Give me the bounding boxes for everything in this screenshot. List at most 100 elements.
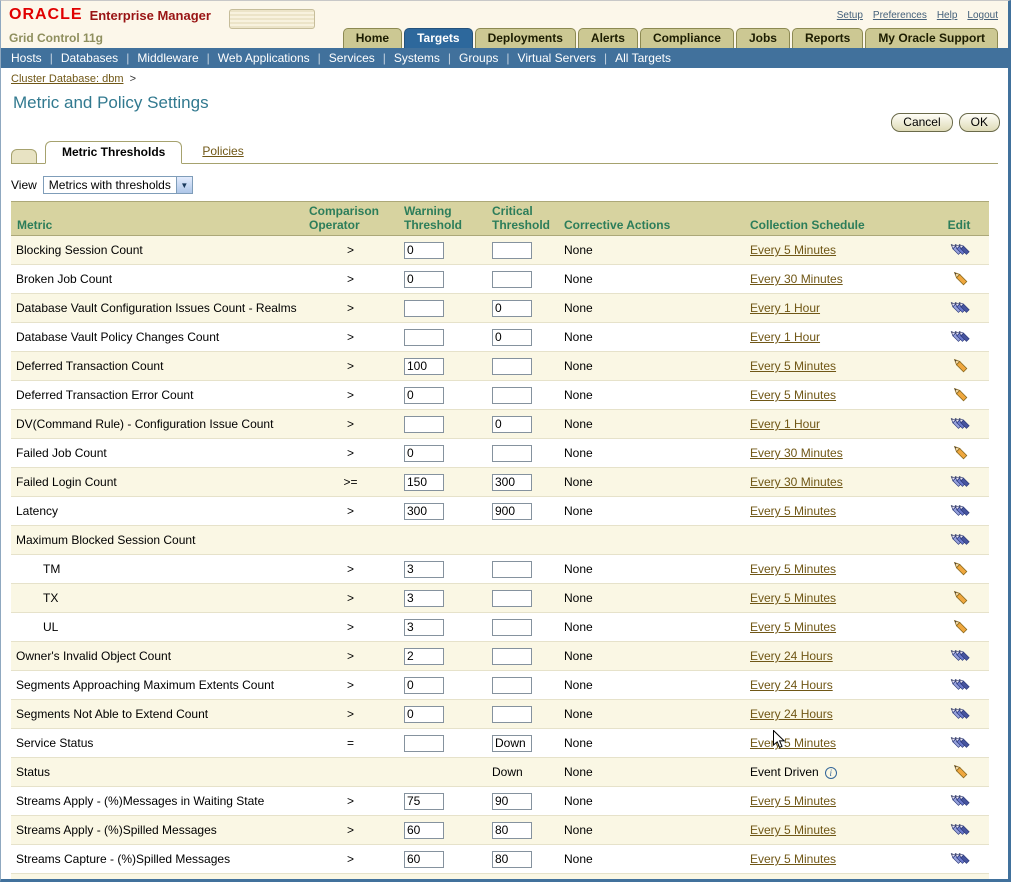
warning-threshold-input[interactable] [404, 793, 444, 810]
tab-reports[interactable]: Reports [792, 28, 863, 48]
collection-schedule-link[interactable]: Every 1 Hour [750, 301, 820, 315]
edit-pencil-icon[interactable] [950, 761, 969, 780]
collection-schedule-link[interactable]: Every 5 Minutes [750, 359, 836, 373]
edit-multiple-pencils-icon[interactable] [947, 674, 972, 693]
subnav-item-virtual-servers[interactable]: Virtual Servers [518, 51, 596, 65]
collection-schedule-link[interactable]: Every 5 Minutes [750, 736, 836, 750]
warning-threshold-input[interactable] [404, 735, 444, 752]
edit-multiple-pencils-icon[interactable] [947, 819, 972, 838]
critical-threshold-input[interactable] [492, 445, 532, 462]
warning-threshold-input[interactable] [404, 851, 444, 868]
critical-threshold-input[interactable] [492, 793, 532, 810]
subnav-item-services[interactable]: Services [329, 51, 375, 65]
collection-schedule-link[interactable]: Every 5 Minutes [750, 823, 836, 837]
collection-schedule-link[interactable]: Every 5 Minutes [750, 504, 836, 518]
warning-threshold-input[interactable] [404, 416, 444, 433]
tab-my-oracle-support[interactable]: My Oracle Support [865, 28, 998, 48]
warning-threshold-input[interactable] [404, 677, 444, 694]
edit-multiple-pencils-icon[interactable] [947, 471, 972, 490]
edit-multiple-pencils-icon[interactable] [947, 297, 972, 316]
critical-threshold-input[interactable] [492, 358, 532, 375]
critical-threshold-input[interactable] [492, 242, 532, 259]
breadcrumb-link[interactable]: Cluster Database: dbm [11, 73, 124, 85]
collection-schedule-link[interactable]: Every 30 Minutes [750, 446, 843, 460]
critical-threshold-input[interactable] [492, 677, 532, 694]
warning-threshold-input[interactable] [404, 561, 444, 578]
subnav-item-hosts[interactable]: Hosts [11, 51, 42, 65]
critical-threshold-input[interactable] [492, 474, 532, 491]
info-icon[interactable]: i [825, 767, 837, 779]
warning-threshold-input[interactable] [404, 329, 444, 346]
critical-threshold-input[interactable] [492, 590, 532, 607]
warning-threshold-input[interactable] [404, 590, 444, 607]
critical-threshold-input[interactable] [492, 822, 532, 839]
warning-threshold-input[interactable] [404, 271, 444, 288]
tab-compliance[interactable]: Compliance [640, 28, 734, 48]
warning-threshold-input[interactable] [404, 358, 444, 375]
subnav-item-systems[interactable]: Systems [394, 51, 440, 65]
collection-schedule-link[interactable]: Every 30 Minutes [750, 475, 843, 489]
critical-threshold-input[interactable] [492, 735, 532, 752]
edit-pencil-icon[interactable] [950, 442, 969, 461]
collection-schedule-link[interactable]: Every 24 Hours [750, 707, 833, 721]
collection-schedule-link[interactable]: Every 24 Hours [750, 649, 833, 663]
subnav-item-groups[interactable]: Groups [459, 51, 498, 65]
tab-alerts[interactable]: Alerts [578, 28, 638, 48]
edit-pencil-icon[interactable] [950, 616, 969, 635]
critical-threshold-input[interactable] [492, 648, 532, 665]
collection-schedule-link[interactable]: Every 24 Hours [750, 678, 833, 692]
subnav-item-databases[interactable]: Databases [61, 51, 118, 65]
edit-multiple-pencils-icon[interactable] [947, 239, 972, 258]
collection-schedule-link[interactable]: Every 30 Minutes [750, 272, 843, 286]
warning-threshold-input[interactable] [404, 822, 444, 839]
collection-schedule-link[interactable]: Every 5 Minutes [750, 388, 836, 402]
edit-multiple-pencils-icon[interactable] [947, 645, 972, 664]
subnav-item-middleware[interactable]: Middleware [137, 51, 198, 65]
edit-pencil-icon[interactable] [950, 558, 969, 577]
edit-multiple-pencils-icon[interactable] [947, 500, 972, 519]
edit-multiple-pencils-icon[interactable] [947, 703, 972, 722]
warning-threshold-input[interactable] [404, 387, 444, 404]
critical-threshold-input[interactable] [492, 329, 532, 346]
edit-pencil-icon[interactable] [950, 355, 969, 374]
warning-threshold-input[interactable] [404, 474, 444, 491]
collection-schedule-link[interactable]: Every 5 Minutes [750, 562, 836, 576]
edit-multiple-pencils-icon[interactable] [947, 848, 972, 867]
global-link-logout[interactable]: Logout [967, 10, 998, 21]
edit-multiple-pencils-icon[interactable] [947, 326, 972, 345]
critical-threshold-input[interactable] [492, 271, 532, 288]
warning-threshold-input[interactable] [404, 503, 444, 520]
critical-threshold-input[interactable] [492, 561, 532, 578]
critical-threshold-input[interactable] [492, 619, 532, 636]
collection-schedule-link[interactable]: Every 5 Minutes [750, 591, 836, 605]
subnav-item-web-applications[interactable]: Web Applications [218, 51, 310, 65]
edit-pencil-icon[interactable] [950, 587, 969, 606]
tab-home[interactable]: Home [343, 28, 402, 48]
tab-deployments[interactable]: Deployments [475, 28, 576, 48]
warning-threshold-input[interactable] [404, 242, 444, 259]
view-select[interactable]: Metrics with thresholds ▼ [43, 176, 193, 194]
collection-schedule-link[interactable]: Every 5 Minutes [750, 243, 836, 257]
subnav-item-all-targets[interactable]: All Targets [615, 51, 671, 65]
critical-threshold-input[interactable] [492, 503, 532, 520]
global-link-setup[interactable]: Setup [837, 10, 863, 21]
edit-multiple-pencils-icon[interactable] [947, 877, 972, 882]
collection-schedule-link[interactable]: Every 1 Hour [750, 330, 820, 344]
global-link-help[interactable]: Help [937, 10, 958, 21]
edit-pencil-icon[interactable] [950, 384, 969, 403]
edit-pencil-icon[interactable] [950, 268, 969, 287]
edit-multiple-pencils-icon[interactable] [947, 732, 972, 751]
warning-threshold-input[interactable] [404, 619, 444, 636]
critical-threshold-input[interactable] [492, 706, 532, 723]
critical-threshold-input[interactable] [492, 851, 532, 868]
global-link-preferences[interactable]: Preferences [873, 10, 927, 21]
collection-schedule-link[interactable]: Every 5 Minutes [750, 852, 836, 866]
tab-targets[interactable]: Targets [404, 28, 472, 48]
subtab-policies[interactable]: Policies [182, 141, 263, 163]
warning-threshold-input[interactable] [404, 445, 444, 462]
ok-button[interactable]: OK [959, 113, 1000, 132]
warning-threshold-input[interactable] [404, 706, 444, 723]
edit-multiple-pencils-icon[interactable] [947, 790, 972, 809]
collection-schedule-link[interactable]: Every 1 Hour [750, 417, 820, 431]
critical-threshold-input[interactable] [492, 416, 532, 433]
